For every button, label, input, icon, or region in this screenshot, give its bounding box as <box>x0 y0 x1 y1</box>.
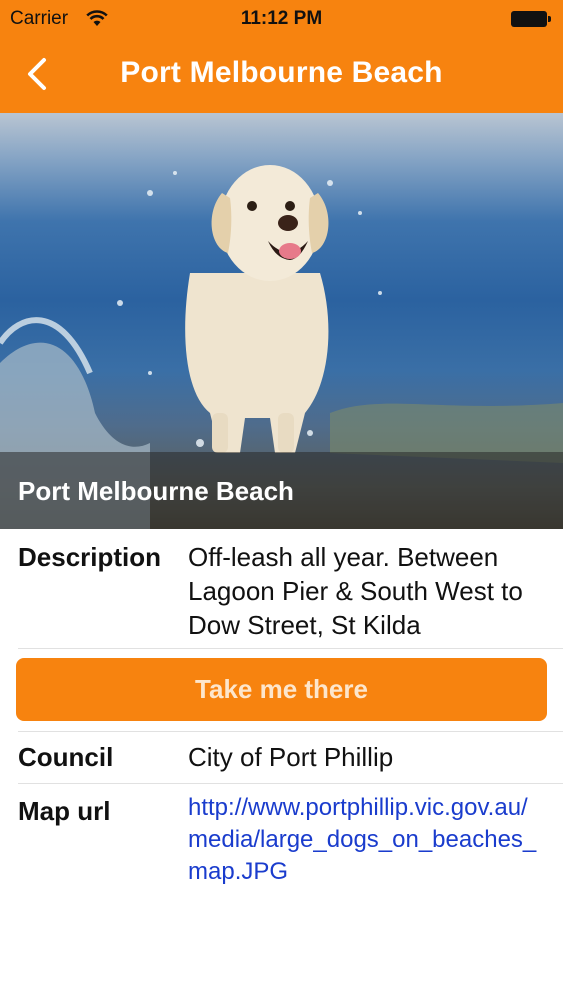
hero-photo: Port Melbourne Beach <box>0 113 563 529</box>
app-header: Carrier 11:12 PM Port Melbourne Beach <box>0 0 563 113</box>
council-value: City of Port Phillip <box>188 742 394 772</box>
divider <box>18 648 563 649</box>
page-title: Port Melbourne Beach <box>120 56 443 89</box>
description-value: Off-leash all year. Between Lagoon Pier … <box>188 542 523 640</box>
divider <box>18 783 563 784</box>
council-label: Council <box>18 742 114 772</box>
status-time: 11:12 PM <box>240 8 323 29</box>
description-label: Description <box>18 542 162 572</box>
divider <box>18 731 563 732</box>
battery-icon <box>511 11 551 27</box>
hero-caption: Port Melbourne Beach <box>0 452 563 529</box>
status-bar: Carrier 11:12 PM <box>0 0 563 38</box>
map-url-label: Map url <box>18 796 111 826</box>
hero-caption-text: Port Melbourne Beach <box>18 476 294 506</box>
map-url-link[interactable]: http://www.portphillip.vic.gov.au/media/… <box>188 792 543 888</box>
take-me-there-button[interactable]: Take me there <box>16 658 547 721</box>
